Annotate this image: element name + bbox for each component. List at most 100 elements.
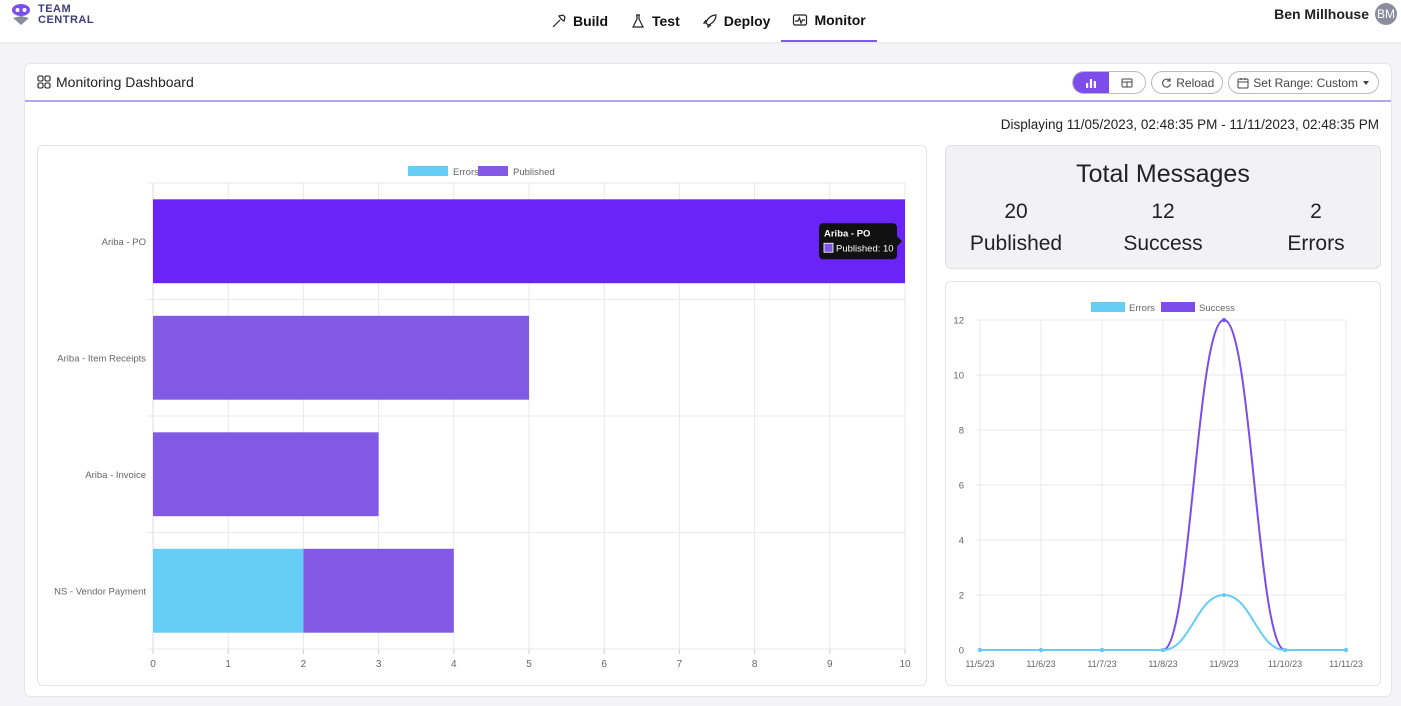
y-tick-label: 12 bbox=[953, 316, 964, 327]
x-tick-label: 7 bbox=[677, 659, 683, 670]
view-toggle bbox=[1072, 71, 1147, 94]
bar-errors[interactable] bbox=[153, 548, 304, 633]
x-tick-label: 1 bbox=[225, 659, 231, 670]
x-tick-label: 11/7/23 bbox=[1087, 659, 1116, 669]
category-label: NS - Vendor Payment bbox=[54, 586, 146, 597]
bar-published[interactable] bbox=[153, 432, 379, 517]
bar-published[interactable] bbox=[303, 548, 454, 633]
chart-view-button[interactable] bbox=[1073, 72, 1110, 93]
reload-label: Reload bbox=[1176, 75, 1215, 90]
panel-header: Monitoring Dashboard Reload Set Range: C… bbox=[25, 64, 1391, 102]
nav-monitor-label: Monitor bbox=[814, 12, 866, 28]
x-tick-label: 9 bbox=[827, 659, 833, 670]
line-chart-card: Errors Success 0 2 4 6 8 10 12 11/5/23 11/6/23 11/7… bbox=[945, 281, 1381, 686]
nav-deploy-label: Deploy bbox=[723, 13, 771, 29]
monitor-icon bbox=[793, 14, 808, 26]
legend-label-errors: Errors bbox=[1129, 303, 1155, 314]
caret-down-icon bbox=[1363, 80, 1369, 85]
x-tick-label: 5 bbox=[526, 659, 532, 670]
x-tick-label: 8 bbox=[752, 659, 758, 670]
category-label: Ariba - Item Receipts bbox=[57, 353, 146, 364]
stat-errors: 2 Errors bbox=[1246, 196, 1386, 260]
y-tick-label: 2 bbox=[959, 591, 964, 602]
line-errors-point[interactable] bbox=[1344, 648, 1348, 652]
legend-swatch-errors bbox=[408, 166, 448, 176]
x-tick-label: 0 bbox=[150, 659, 156, 670]
bar-tooltip: Ariba - PO Published: 10 bbox=[819, 223, 902, 260]
stat-errors-label: Errors bbox=[1287, 232, 1345, 255]
x-tick-label: 2 bbox=[301, 659, 307, 670]
bar-published[interactable] bbox=[153, 315, 529, 400]
rocket-icon bbox=[702, 14, 717, 29]
nav-build[interactable]: Build bbox=[540, 0, 619, 42]
nav-test[interactable]: Test bbox=[619, 0, 691, 42]
stat-success-value: 12 bbox=[1151, 200, 1175, 223]
x-tick-label: 11/5/23 bbox=[965, 659, 994, 669]
legend-label-success: Success bbox=[1199, 303, 1235, 314]
panel-title: Monitoring Dashboard bbox=[37, 74, 194, 90]
panel-toolbar: Reload Set Range: Custom bbox=[1072, 71, 1379, 94]
nav-build-label: Build bbox=[573, 13, 608, 29]
x-tick-label: 3 bbox=[376, 659, 382, 670]
nav-deploy[interactable]: Deploy bbox=[691, 0, 782, 42]
tooltip-text: Published: 10 bbox=[836, 243, 894, 254]
stat-published-label: Published bbox=[969, 232, 1063, 255]
x-tick-label: 4 bbox=[451, 659, 457, 670]
bar-chart-card: Errors Published 0 1 2 3 4 5 6 7 8 9 10 Ariba - PO Ari… bbox=[37, 145, 927, 686]
hammer-icon bbox=[552, 14, 566, 28]
reload-icon bbox=[1162, 77, 1172, 88]
y-tick-label: 0 bbox=[959, 646, 964, 657]
brand-line2: CENTRAL bbox=[38, 14, 95, 26]
x-tick-label: 11/6/23 bbox=[1026, 659, 1055, 669]
line-errors-point[interactable] bbox=[1100, 648, 1104, 652]
stat-success: 12 Success bbox=[1093, 196, 1233, 260]
monitoring-panel: Monitoring Dashboard Reload Set Range: C… bbox=[24, 63, 1392, 697]
main-nav: Build Test Deploy Monitor bbox=[540, 0, 877, 42]
category-label: Ariba - PO bbox=[102, 237, 146, 248]
bar-chart: Errors Published0 1 2 3 4 5 6 7 8 9 10Ariba - POAri… bbox=[54, 166, 911, 670]
stat-errors-value: 2 bbox=[1310, 200, 1322, 223]
y-tick-label: 8 bbox=[959, 426, 964, 437]
line-errors-point[interactable] bbox=[1283, 648, 1287, 652]
line-chart-legend: Errors Success bbox=[1091, 302, 1235, 314]
x-tick-label: 11/9/23 bbox=[1209, 659, 1238, 669]
y-tick-label: 6 bbox=[959, 481, 964, 492]
x-tick-label: 11/11/23 bbox=[1329, 659, 1363, 669]
line-success-point[interactable] bbox=[1222, 318, 1226, 322]
table-icon bbox=[1121, 78, 1133, 87]
nav-monitor[interactable]: Monitor bbox=[781, 0, 877, 42]
x-tick-label: 11/10/23 bbox=[1268, 659, 1302, 669]
total-messages-title: Total Messages bbox=[1076, 160, 1250, 188]
dashboard-icon bbox=[37, 75, 51, 89]
stat-published-value: 20 bbox=[1004, 200, 1028, 223]
legend-swatch-published bbox=[478, 166, 508, 176]
table-view-button[interactable] bbox=[1109, 72, 1145, 93]
y-tick-label: 4 bbox=[959, 536, 964, 547]
avatar[interactable]: BM bbox=[1375, 3, 1397, 25]
x-tick-label: 10 bbox=[899, 659, 911, 670]
robot-logo-icon bbox=[12, 4, 30, 25]
line-errors-point[interactable] bbox=[1161, 648, 1165, 652]
line-errors-point[interactable] bbox=[1222, 593, 1226, 597]
line-chart: Errors Success 0 2 4 6 8 10 12 11/5/23 11/6/23 11/7… bbox=[953, 302, 1363, 669]
set-range-dropdown[interactable]: Set Range: Custom bbox=[1228, 71, 1379, 94]
line-errors-point[interactable] bbox=[978, 648, 982, 652]
reload-button[interactable]: Reload bbox=[1151, 71, 1224, 94]
nav-test-label: Test bbox=[652, 13, 680, 29]
set-range-label: Set Range: Custom bbox=[1253, 75, 1358, 90]
legend-swatch-success bbox=[1161, 302, 1195, 312]
flask-icon bbox=[632, 14, 644, 28]
panel-title-text: Monitoring Dashboard bbox=[56, 74, 194, 90]
bar-published[interactable] bbox=[153, 199, 905, 284]
x-tick-label: 11/8/23 bbox=[1148, 659, 1177, 669]
line-errors-point[interactable] bbox=[1039, 648, 1043, 652]
x-tick-label: 6 bbox=[601, 659, 607, 670]
legend-swatch-errors bbox=[1091, 302, 1125, 312]
brand-logo[interactable]: TEAM CENTRAL bbox=[10, 3, 94, 27]
top-bar: TEAM CENTRAL Build Test Deploy Monitor B… bbox=[0, 0, 1401, 42]
y-tick-label: 10 bbox=[953, 371, 964, 382]
user-menu[interactable]: Ben Millhouse BM bbox=[1274, 3, 1397, 25]
tooltip-swatch bbox=[823, 242, 834, 253]
bar-chart-icon bbox=[1086, 78, 1097, 88]
stat-published: 20 Published bbox=[946, 196, 1086, 260]
